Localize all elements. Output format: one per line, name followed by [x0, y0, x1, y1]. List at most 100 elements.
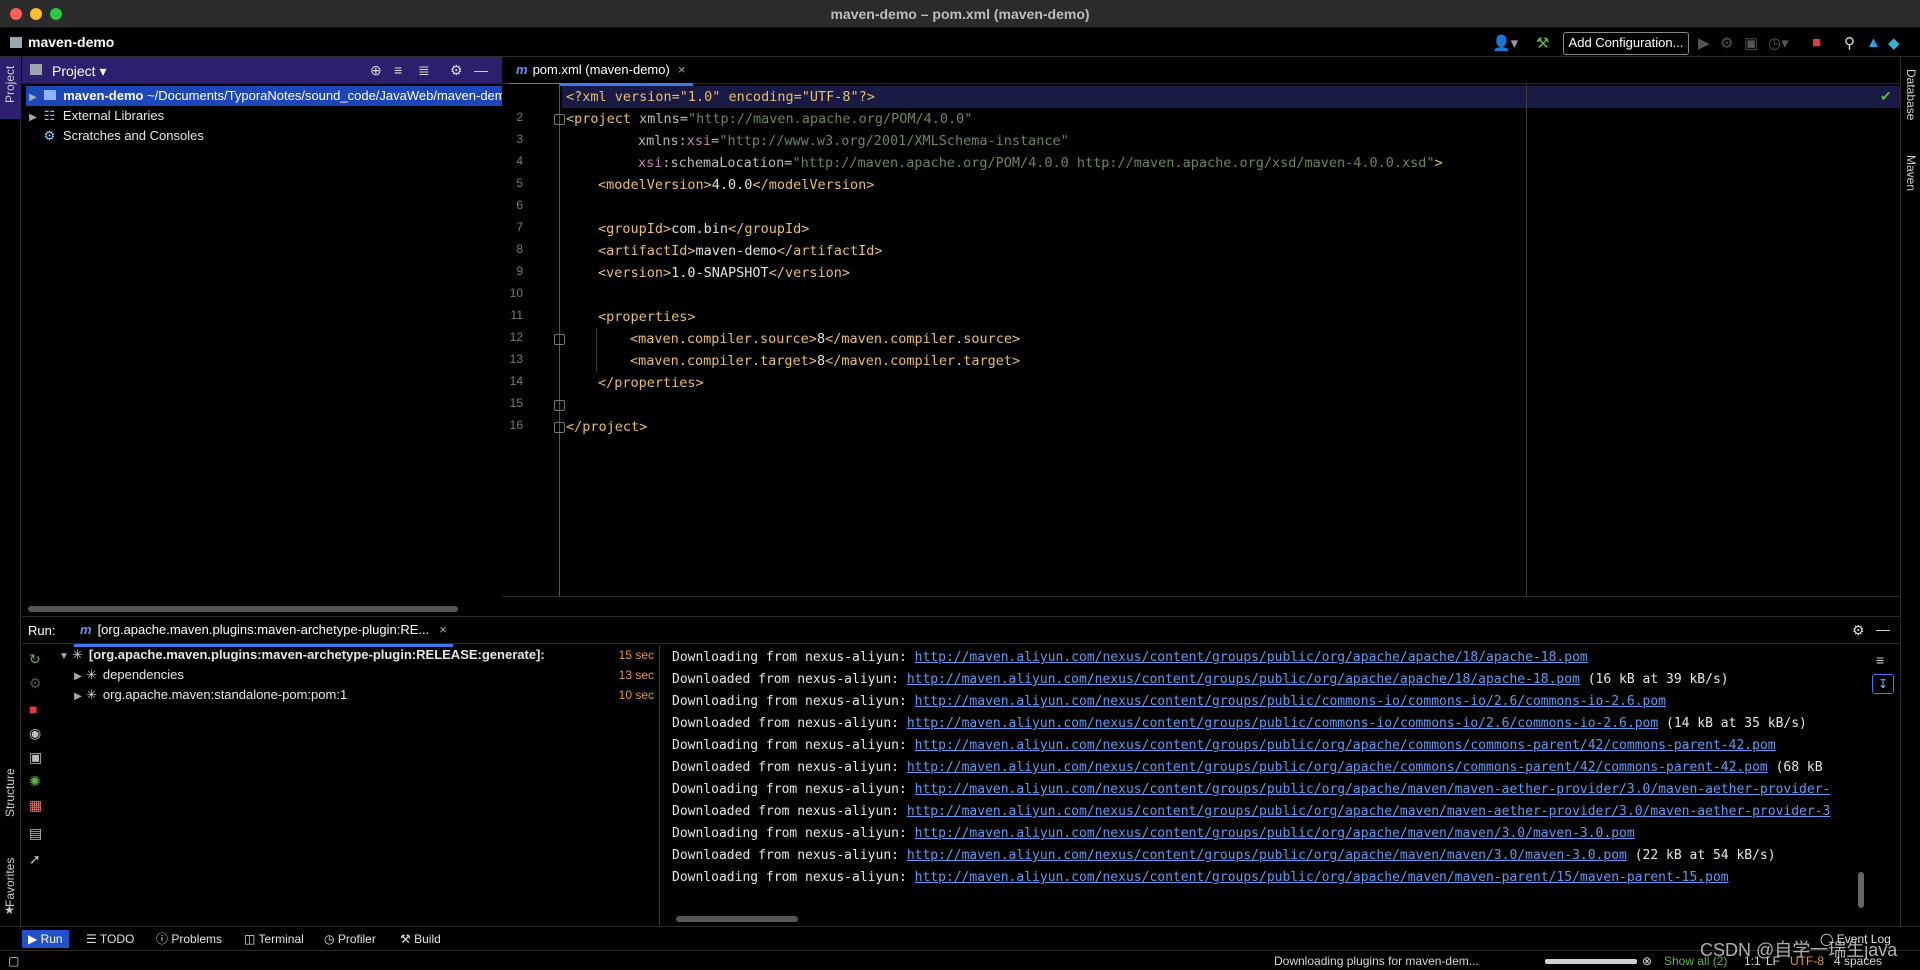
console-link[interactable]: http://maven.aliyun.com/nexus/content/gr…: [915, 826, 1635, 841]
run-tree-row[interactable]: ▶ ✳ dependencies 13 sec: [70, 665, 660, 685]
watermark: CSDN @自学一瑞生java: [1700, 940, 1898, 960]
search-icon[interactable]: ⚲: [1844, 34, 1855, 52]
tree-item-scratches[interactable]: ⚙ Scratches and Consoles: [26, 126, 204, 146]
profile-icon[interactable]: ◷▾: [1768, 34, 1789, 52]
project-horizontal-scrollbar[interactable]: [28, 606, 458, 612]
console-link[interactable]: http://maven.aliyun.com/nexus/content/gr…: [915, 650, 1588, 665]
run-tree-row[interactable]: ▼ ✳ [org.apache.maven.plugins:maven-archet…: [52, 645, 660, 665]
chevron-right-icon[interactable]: ▶: [70, 687, 86, 707]
console-link[interactable]: http://maven.aliyun.com/nexus/content/gr…: [907, 804, 1831, 819]
rerun-icon[interactable]: ↻: [29, 651, 41, 668]
console-output[interactable]: Downloading from nexus-aliyun: http://ma…: [662, 645, 1882, 907]
line-number: 4: [516, 154, 523, 168]
console-link[interactable]: http://maven.aliyun.com/nexus/content/gr…: [907, 716, 1658, 731]
todo-tool-button[interactable]: ☰ TODO: [80, 930, 140, 948]
database-tool-label[interactable]: Database: [1904, 69, 1918, 120]
line-number: 13: [509, 352, 523, 366]
skip-tests-icon[interactable]: ▦: [29, 797, 42, 814]
line-number: 15: [509, 396, 523, 410]
maven-tool-label[interactable]: Maven: [1904, 155, 1918, 191]
soft-wrap-icon[interactable]: ≡: [1876, 652, 1884, 668]
run-tree-row[interactable]: ▶ ✳ org.apache.maven:standalone-pom:pom:1 …: [70, 685, 660, 705]
project-tool-button[interactable]: Project: [0, 57, 21, 119]
inspection-ok-icon[interactable]: ✔: [1880, 88, 1892, 105]
console-link[interactable]: http://maven.aliyun.com/nexus/content/gr…: [907, 848, 1627, 863]
terminal-tool-button[interactable]: ◫ Terminal: [238, 930, 310, 948]
update-icon[interactable]: ▲: [1866, 34, 1881, 51]
run-tool-button[interactable]: ▶ Run: [22, 930, 69, 948]
run-panel-header: Run: m [org.apache.maven.plugins:maven-ar…: [22, 616, 1900, 647]
console-link[interactable]: http://maven.aliyun.com/nexus/content/gr…: [915, 694, 1666, 709]
project-view-selector[interactable]: Project ▾: [52, 63, 107, 80]
gear-icon[interactable]: ⚙: [1852, 622, 1865, 639]
toggle-offline-icon[interactable]: ✺: [29, 773, 41, 790]
chevron-right-icon[interactable]: ▶: [26, 88, 40, 108]
stop-icon[interactable]: ■: [29, 701, 37, 717]
close-tab-icon[interactable]: ×: [439, 622, 447, 637]
run-tab[interactable]: m [org.apache.maven.plugins:maven-archety…: [74, 617, 453, 647]
chevron-right-icon[interactable]: ▶: [26, 108, 40, 128]
code-editor[interactable]: <?xml version="1.0" encoding="UTF-8"?> <…: [562, 84, 1900, 596]
console-link[interactable]: http://maven.aliyun.com/nexus/content/gr…: [915, 870, 1729, 885]
tree-item-maven-demo[interactable]: ▶ maven-demo ~/Documents/TyporaNotes/sou…: [26, 86, 517, 106]
debug-icon[interactable]: ⚙: [1720, 34, 1733, 52]
add-configuration-button[interactable]: Add Configuration...: [1563, 32, 1689, 55]
layout-icon[interactable]: ▤: [29, 825, 42, 842]
scroll-to-end-icon[interactable]: ↧: [1872, 674, 1894, 694]
chevron-down-icon[interactable]: ▼: [56, 647, 72, 667]
tree-item-external-libraries[interactable]: ▶ ☷ External Libraries: [26, 106, 164, 126]
nav-project-name: maven-demo: [28, 34, 115, 50]
code-line-12: <maven.compiler.source>8</maven.compiler…: [630, 331, 1021, 347]
structure-tool-label[interactable]: Structure: [3, 768, 17, 817]
build-hammer-icon[interactable]: ⚒: [1536, 34, 1549, 52]
chevron-right-icon[interactable]: ▶: [70, 667, 86, 687]
stop-icon[interactable]: ■: [1812, 34, 1821, 51]
console-link[interactable]: http://maven.aliyun.com/nexus/content/gr…: [907, 760, 1768, 775]
window-title: maven-demo – pom.xml (maven-demo): [830, 6, 1090, 22]
debug-icon[interactable]: ⚙: [29, 675, 42, 692]
collapse-all-icon[interactable]: ≣: [418, 62, 430, 79]
problems-tool-button[interactable]: ⓘ Problems: [150, 930, 228, 948]
status-layout-icon[interactable]: ▢: [8, 954, 19, 968]
coverage-icon[interactable]: ▣: [1744, 34, 1758, 52]
nav-project-breadcrumb[interactable]: maven-demo: [10, 34, 114, 50]
code-line-11: <properties>: [598, 309, 696, 325]
user-icon[interactable]: 👤▾: [1492, 34, 1518, 52]
code-line-1: <?xml version="1.0" encoding="UTF-8"?>: [566, 89, 875, 105]
gear-icon[interactable]: ⚙: [450, 62, 463, 79]
left-tool-strip: Project Structure Favorites ★: [0, 57, 21, 926]
run-icon[interactable]: ▶: [1698, 34, 1710, 52]
build-tool-button[interactable]: ⚒ Build: [394, 930, 447, 948]
tab-label: pom.xml (maven-demo): [532, 62, 670, 77]
cancel-progress-icon[interactable]: ⊗: [1642, 954, 1652, 968]
plugin-icon[interactable]: ◆: [1888, 34, 1900, 52]
locate-icon[interactable]: ⊕: [370, 62, 382, 79]
console-line: Downloading from nexus-aliyun: http://ma…: [672, 826, 1635, 841]
code-line-5: <modelVersion>4.0.0</modelVersion>: [598, 177, 875, 193]
hide-icon[interactable]: —: [1876, 621, 1890, 637]
profiler-tool-button[interactable]: ◷ Profiler: [318, 930, 382, 948]
code-line-16: </project>: [566, 419, 648, 435]
editor-horizontal-scroll-area: [502, 596, 1900, 614]
tab-pom-xml[interactable]: m pom.xml (maven-demo) ×: [508, 57, 694, 86]
console-horizontal-scrollbar[interactable]: [676, 916, 798, 922]
status-message[interactable]: Downloading plugins for maven-dem...: [1274, 954, 1479, 968]
line-number: 10: [509, 286, 523, 300]
favorites-tool-label[interactable]: Favorites: [3, 858, 17, 907]
close-tab-icon[interactable]: ×: [678, 62, 686, 77]
hide-icon[interactable]: —: [474, 62, 488, 78]
expand-all-icon[interactable]: ≡: [394, 62, 402, 78]
navigation-bar: maven-demo 👤▾ ⚒ Add Configuration... ▶ ⚙…: [0, 28, 1920, 57]
console-vertical-scrollbar[interactable]: [1858, 872, 1864, 908]
pin-icon[interactable]: ➚: [29, 851, 41, 868]
camera-icon[interactable]: ▣: [29, 749, 42, 766]
line-number: 7: [516, 220, 523, 234]
project-tool-label: Project: [3, 65, 17, 103]
tree-item-label: External Libraries: [62, 108, 165, 123]
terminal-icon: ◫: [244, 932, 256, 946]
eye-icon[interactable]: ◉: [29, 725, 41, 742]
line-number: 2: [516, 110, 523, 124]
console-link[interactable]: http://maven.aliyun.com/nexus/content/gr…: [915, 782, 1831, 797]
console-link[interactable]: http://maven.aliyun.com/nexus/content/gr…: [915, 738, 1776, 753]
console-link[interactable]: http://maven.aliyun.com/nexus/content/gr…: [907, 672, 1580, 687]
